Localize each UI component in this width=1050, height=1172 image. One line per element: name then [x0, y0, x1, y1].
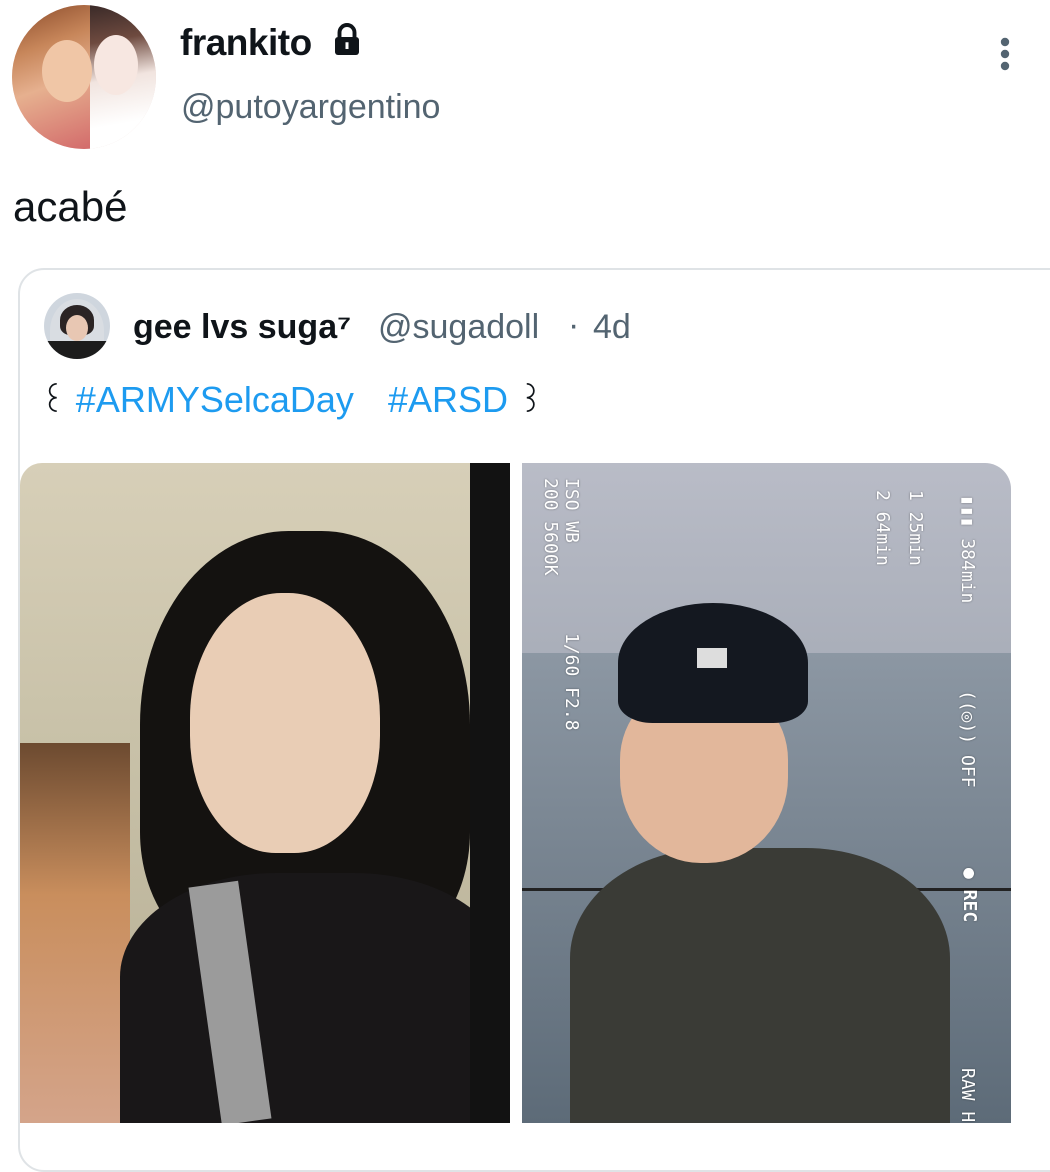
- camera-hud-stabilizer: ((◎)) OFF: [957, 690, 978, 788]
- avatar-face: [66, 315, 88, 341]
- camera-hud-iso: ISO WB 200 5600K: [540, 478, 582, 576]
- cap-logo: [697, 648, 727, 668]
- quoted-author-handle[interactable]: @sugadoll: [378, 308, 539, 347]
- avatar-face-right: [94, 35, 138, 95]
- quoted-photo-2[interactable]: [522, 463, 1011, 1123]
- author-display-name[interactable]: frankito: [180, 22, 312, 64]
- avatar-face-left: [42, 40, 92, 102]
- camera-hud-shutter: 1/60 F2.8: [561, 633, 582, 731]
- photo-subject-shirt: [570, 848, 950, 1123]
- tweet-text: acabé: [13, 183, 128, 230]
- camera-hud-track-2: 2 64min: [872, 490, 893, 566]
- photo-door-frame: [470, 463, 510, 1123]
- decor-bracket-right: ꒱: [518, 382, 544, 419]
- quoted-author-avatar[interactable]: [44, 293, 110, 359]
- photo-subject-coat: [120, 873, 510, 1123]
- quoted-photo-1[interactable]: [20, 463, 510, 1123]
- camera-hud-battery: ▮▮▮ 384min: [957, 495, 978, 604]
- decor-bracket-left: ꒰: [40, 382, 66, 419]
- lock-icon: [335, 23, 359, 55]
- hashtag-armyselcaday[interactable]: #ARMYSelcaDay: [76, 379, 354, 421]
- author-avatar[interactable]: [12, 5, 156, 149]
- quoted-author-display-name[interactable]: gee lvs suga⁷: [133, 308, 351, 347]
- quoted-timestamp[interactable]: 4d: [593, 308, 631, 347]
- more-vertical-icon[interactable]: [985, 35, 1025, 75]
- camera-hud-track-1: 1 25min: [905, 490, 926, 566]
- quoted-tweet-text: ꒰ #ARMYSelcaDay #ARSD ꒱: [40, 378, 544, 421]
- photo-background-person: [20, 743, 130, 1123]
- camera-hud-rec: ● REC: [959, 868, 980, 923]
- avatar-body: [44, 341, 110, 359]
- author-handle[interactable]: @putoyargentino: [181, 88, 440, 127]
- hashtag-arsd[interactable]: #ARSD: [388, 379, 508, 421]
- photo-subject-face: [190, 593, 380, 853]
- separator-dot: ·: [568, 306, 580, 344]
- camera-hud-raw: RAW H: [957, 1068, 978, 1123]
